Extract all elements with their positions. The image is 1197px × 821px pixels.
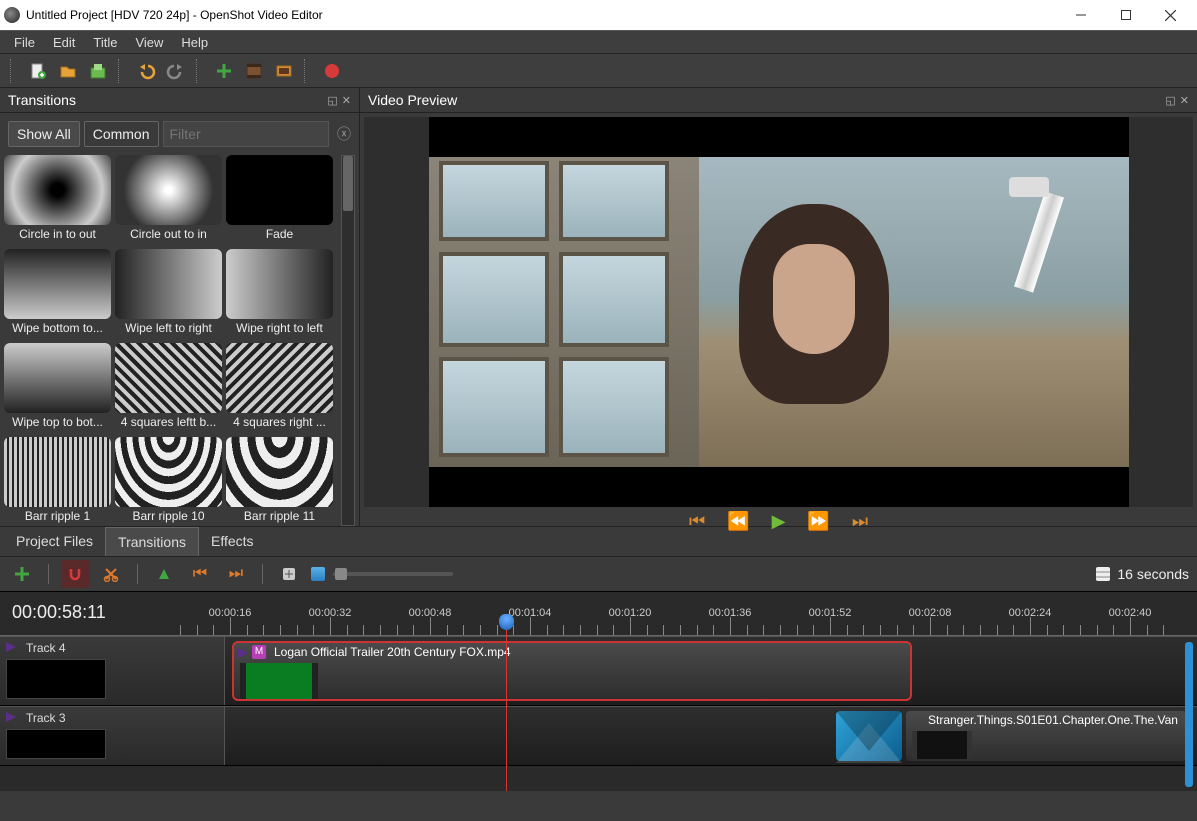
track-header[interactable]: Track 3 [0, 707, 225, 765]
common-tab[interactable]: Common [84, 121, 159, 147]
transitions-title: Transitions [8, 92, 76, 108]
tab-transitions[interactable]: Transitions [105, 527, 199, 556]
next-marker-button[interactable]: ⏭ [222, 560, 250, 588]
transitions-panel: Transitions ◱ ✕ Show All Common ⓧ Circle… [0, 88, 360, 526]
minimize-button[interactable] [1058, 0, 1103, 30]
import-files-button[interactable] [210, 57, 238, 85]
video-preview-panel: Video Preview ◱ ✕ [360, 88, 1197, 526]
track-4[interactable]: Track 4 M Logan Official Trailer 20th Ce… [0, 636, 1197, 706]
rewind-button[interactable]: ⏪ [727, 511, 749, 532]
menu-help[interactable]: Help [173, 33, 216, 52]
clip-logan[interactable]: M Logan Official Trailer 20th Century FO… [232, 641, 912, 701]
track-header[interactable]: Track 4 [0, 637, 225, 705]
save-project-button[interactable] [84, 57, 112, 85]
chevron-right-icon[interactable] [6, 642, 16, 652]
center-playhead-button[interactable] [275, 560, 303, 588]
tab-effects[interactable]: Effects [199, 527, 266, 556]
video-frame [429, 117, 1129, 507]
clip-stranger-things[interactable]: Stranger.Things.S01E01.Chapter.One.The.V… [906, 711, 1186, 761]
transition-item[interactable]: 4 squares leftt b... [115, 343, 222, 433]
play-button[interactable]: ▶ [772, 511, 786, 532]
transition-item[interactable]: Wipe top to bot... [4, 343, 111, 433]
timeline-toolbar: ⏮ ⏭ 16 seconds [0, 557, 1197, 591]
add-marker-button[interactable] [150, 560, 178, 588]
transition-item[interactable]: Wipe bottom to... [4, 249, 111, 339]
window-titlebar: Untitled Project [HDV 720 24p] - OpenSho… [0, 0, 1197, 30]
zoom-label: 16 seconds [1117, 566, 1189, 582]
transition-item[interactable]: Wipe left to right [115, 249, 222, 339]
transition-item[interactable]: Circle out to in [115, 155, 222, 245]
snap-button[interactable] [61, 560, 89, 588]
undock-icon[interactable]: ◱ [1165, 94, 1175, 107]
transition-item[interactable]: Barr ripple 1 [4, 437, 111, 526]
prev-marker-button[interactable]: ⏮ [186, 560, 214, 588]
choose-profile-button[interactable] [240, 57, 268, 85]
razor-button[interactable] [97, 560, 125, 588]
menu-view[interactable]: View [127, 33, 171, 52]
redo-button[interactable] [162, 57, 190, 85]
close-panel-icon[interactable]: ✕ [1180, 94, 1189, 107]
transition-item[interactable]: Fade [226, 155, 333, 245]
maximize-button[interactable] [1103, 0, 1148, 30]
undo-button[interactable] [132, 57, 160, 85]
new-project-button[interactable] [24, 57, 52, 85]
add-track-button[interactable] [8, 560, 36, 588]
open-project-button[interactable] [54, 57, 82, 85]
clear-filter-icon[interactable]: ⓧ [333, 124, 351, 144]
transition-clip[interactable] [836, 711, 902, 761]
menu-file[interactable]: File [6, 33, 43, 52]
timeline[interactable]: 00:00:58:11 00:00:1600:00:3200:00:4800:0… [0, 591, 1197, 791]
transition-item[interactable]: Wipe right to left [226, 249, 333, 339]
track-3[interactable]: Track 3 Stranger.Things.S01E01.Chapter.O… [0, 706, 1197, 766]
track-label: Track 4 [26, 641, 66, 655]
zoom-slider[interactable] [333, 572, 453, 576]
main-toolbar [0, 54, 1197, 88]
marker-badge: M [252, 645, 266, 659]
export-video-button[interactable] [318, 57, 346, 85]
transition-item[interactable]: Barr ripple 10 [115, 437, 222, 526]
transition-item[interactable]: 4 squares right ... [226, 343, 333, 433]
transition-item[interactable]: Barr ripple 11 [226, 437, 333, 526]
clip-title: Logan Official Trailer 20th Century FOX.… [274, 645, 904, 659]
playhead[interactable] [506, 620, 507, 791]
fullscreen-button[interactable] [270, 57, 298, 85]
undock-icon[interactable]: ◱ [327, 94, 337, 107]
time-ruler[interactable]: 00:00:1600:00:3200:00:4800:01:0400:01:20… [180, 592, 1197, 635]
jump-end-button[interactable]: ⏭ [852, 511, 868, 532]
jump-start-button[interactable]: ⏮ [689, 511, 705, 532]
fast-forward-button[interactable]: ⏩ [807, 511, 829, 532]
menu-edit[interactable]: Edit [45, 33, 83, 52]
clip-title: Stranger.Things.S01E01.Chapter.One.The.V… [928, 713, 1182, 727]
close-button[interactable] [1148, 0, 1193, 30]
close-panel-icon[interactable]: ✕ [342, 94, 351, 107]
app-icon [4, 7, 20, 23]
preview-title: Video Preview [368, 92, 457, 108]
playback-controls: ⏮ ⏪ ▶ ⏩ ⏭ [360, 511, 1197, 532]
window-title: Untitled Project [HDV 720 24p] - OpenSho… [26, 8, 323, 22]
tab-project-files[interactable]: Project Files [4, 527, 105, 556]
menu-title[interactable]: Title [85, 33, 125, 52]
zoom-grid-icon [1095, 566, 1111, 582]
menu-bar: File Edit Title View Help [0, 30, 1197, 54]
zoom-out-icon[interactable] [311, 567, 325, 581]
track-label: Track 3 [26, 711, 66, 725]
scrollbar[interactable] [341, 155, 355, 526]
transitions-grid: Circle in to out Circle out to in Fade W… [0, 155, 359, 526]
show-all-tab[interactable]: Show All [8, 121, 80, 147]
current-time: 00:00:58:11 [0, 592, 180, 635]
transition-item[interactable]: Circle in to out [4, 155, 111, 245]
chevron-right-icon[interactable] [238, 648, 248, 658]
timeline-scrollbar[interactable] [1185, 642, 1193, 787]
chevron-right-icon[interactable] [6, 712, 16, 722]
filter-input[interactable] [163, 121, 330, 147]
